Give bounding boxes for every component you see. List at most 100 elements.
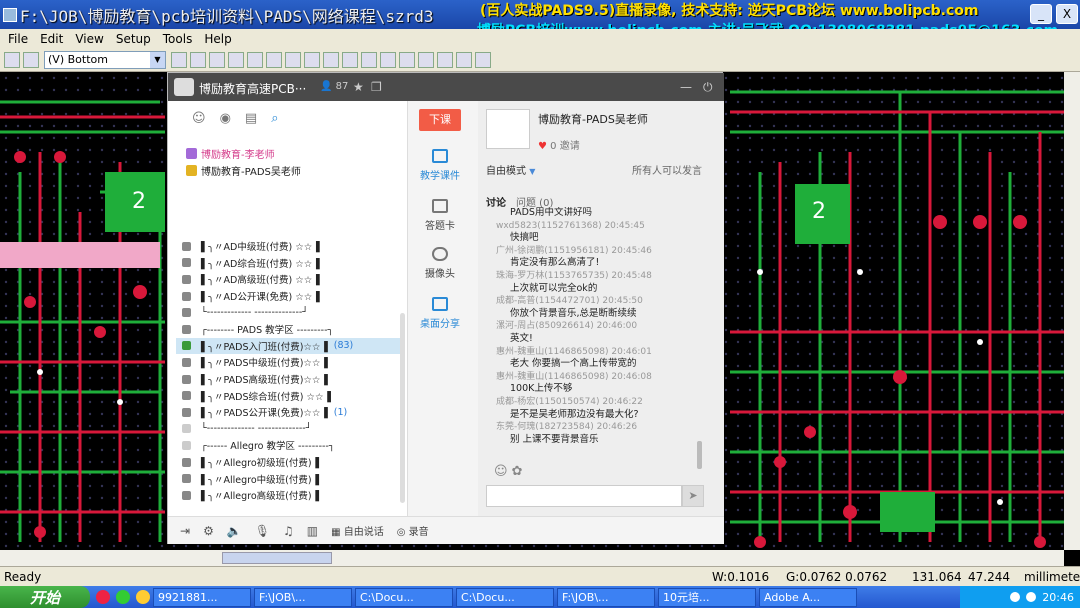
task-button[interactable]: C:\Docu... bbox=[355, 587, 453, 607]
message-scrollbar[interactable] bbox=[697, 441, 702, 469]
flip-icon[interactable] bbox=[209, 51, 225, 68]
horizontal-scrollbar[interactable] bbox=[0, 550, 1064, 566]
send-icon[interactable]: ➤ bbox=[682, 485, 704, 507]
menu-edit[interactable]: Edit bbox=[34, 32, 69, 46]
flood-icon[interactable] bbox=[418, 51, 434, 68]
message-list[interactable]: PADS用中文讲好吗 wxd5823(1152761368) 20:45:45 快… bbox=[482, 207, 708, 455]
message-text: PADS用中文讲好吗 bbox=[510, 207, 592, 218]
star-icon[interactable]: ★ bbox=[353, 80, 364, 94]
leave-class-button[interactable]: 下课 bbox=[419, 109, 461, 131]
export-icon[interactable] bbox=[456, 51, 472, 68]
channel-item[interactable]: ▌╮〃Allegro高级班(付费)▐ bbox=[176, 487, 401, 504]
channel-label: ▌╮〃AD综合班(付费) ☆☆▐ bbox=[201, 258, 320, 270]
channel-icon bbox=[182, 424, 191, 434]
search-icon[interactable]: ⌕ bbox=[271, 111, 278, 126]
member-item[interactable]: 博励教育-PADS吴老师 bbox=[186, 163, 301, 178]
invite-row[interactable]: ♥ 0 邀请 bbox=[538, 137, 580, 152]
channel-item[interactable]: ┌-------- PADS 教学区 ---------┐ bbox=[176, 321, 401, 338]
task-button[interactable]: 10元培... bbox=[658, 587, 756, 607]
courseware-tool[interactable]: 教学课件 bbox=[408, 149, 472, 182]
menu-file[interactable]: File bbox=[2, 32, 34, 46]
print-icon[interactable] bbox=[475, 51, 491, 68]
close-button[interactable]: X bbox=[1056, 4, 1078, 24]
task-button[interactable]: Adobe A... bbox=[759, 587, 857, 607]
redo-icon[interactable] bbox=[323, 51, 339, 68]
message-sender: 成都-高普(1154472701) 20:45:50 bbox=[496, 296, 643, 307]
power-icon[interactable]: ⏻ bbox=[703, 80, 713, 95]
mixer-icon[interactable]: ▥ bbox=[307, 524, 318, 538]
channel-scrollbar[interactable] bbox=[400, 313, 405, 503]
window-icon[interactable]: ❐ bbox=[371, 80, 382, 94]
channel-item[interactable]: ▌╮〃Allegro中级班(付费)▐ bbox=[176, 470, 401, 487]
channel-item[interactable]: ▌╮〃AD中级班(付费) ☆☆▐ bbox=[176, 238, 401, 255]
channel-item[interactable]: ▌╮〃AD综合班(付费) ☆☆▐ bbox=[176, 255, 401, 272]
message-sender: wxd5823(1152761368) 20:45:45 bbox=[496, 220, 645, 231]
quicklaunch-icon[interactable] bbox=[96, 590, 110, 604]
qq-icon[interactable] bbox=[136, 590, 150, 604]
task-button[interactable]: C:\Docu... bbox=[456, 587, 554, 607]
minimize-button[interactable]: _ bbox=[1030, 4, 1052, 24]
chevron-down-icon[interactable]: ▼ bbox=[150, 51, 165, 68]
save-icon[interactable] bbox=[23, 51, 39, 68]
route-icon[interactable] bbox=[171, 51, 187, 68]
channel-item[interactable]: ┌------ Allegro 教学区 ---------┐ bbox=[176, 437, 401, 454]
channel-item[interactable]: └-------------- --------------┘ bbox=[176, 421, 401, 438]
music-icon[interactable]: ♫ bbox=[283, 524, 294, 538]
teacher-name: 博励教育-PADS吴老师 bbox=[538, 113, 648, 126]
pour-icon[interactable] bbox=[399, 51, 415, 68]
network-icon[interactable] bbox=[1026, 592, 1037, 602]
channel-item[interactable]: ▌╮〃PADS综合班(付费) ☆☆▐ bbox=[176, 387, 401, 404]
emoji-icon[interactable]: ☺ ✿ bbox=[494, 464, 523, 479]
menu-tools[interactable]: Tools bbox=[157, 32, 199, 46]
open-icon[interactable] bbox=[4, 51, 20, 68]
browser-icon[interactable] bbox=[116, 590, 130, 604]
message-input[interactable] bbox=[486, 485, 682, 507]
location-icon[interactable]: ◉ bbox=[220, 111, 231, 126]
channel-item[interactable]: ▌╮〃AD高级班(付费) ☆☆▐ bbox=[176, 271, 401, 288]
menu-view[interactable]: View bbox=[69, 32, 109, 46]
channel-item[interactable]: ▌╮〃PADS中级班(付费)☆☆▐ bbox=[176, 354, 401, 371]
layer-select[interactable]: (V) Bottom ▼ bbox=[44, 50, 166, 69]
menu-setup[interactable]: Setup bbox=[110, 32, 157, 46]
answer-card-tool[interactable]: 答题卡 bbox=[408, 199, 472, 232]
grid-icon[interactable] bbox=[285, 51, 301, 68]
cam-icon[interactable] bbox=[380, 51, 396, 68]
zoom-icon[interactable] bbox=[342, 51, 358, 68]
task-button[interactable]: F:\JOB\... bbox=[254, 587, 352, 607]
speaker-icon[interactable]: 🔈 bbox=[227, 524, 242, 538]
undo-icon[interactable] bbox=[304, 51, 320, 68]
chat-window: 博励教育高速PCB··· 👤 87 ★ ❐ — ⏻ ☺ ◉ ▤ ⌕ 博励教育-李… bbox=[167, 72, 724, 544]
channel-item[interactable]: ▌╮〃AD公开课(免费) ☆☆▐ bbox=[176, 288, 401, 305]
volume-icon[interactable] bbox=[1010, 592, 1021, 602]
menu-help[interactable]: Help bbox=[198, 32, 237, 46]
speak-mode-select[interactable]: 自由模式 ▼ bbox=[486, 162, 535, 177]
task-button[interactable]: F:\JOB\... bbox=[557, 587, 655, 607]
channel-item[interactable]: └------------- --------------┘ bbox=[176, 304, 401, 321]
microphone-icon[interactable]: 🎙 bbox=[255, 524, 270, 538]
channel-item[interactable]: ▌╮〃Allegro初级班(付费)▐ bbox=[176, 454, 401, 471]
horizontal-scroll-thumb[interactable] bbox=[222, 552, 332, 564]
channel-item[interactable]: ▌╮〃PADS高级班(付费)☆☆▐ bbox=[176, 371, 401, 388]
chat-header: 博励教育高速PCB··· 👤 87 ★ ❐ — ⏻ bbox=[168, 73, 724, 101]
screen-share-tool[interactable]: 桌面分享 bbox=[408, 297, 472, 330]
verify-icon[interactable] bbox=[361, 51, 377, 68]
settings-icon[interactable]: ⚙ bbox=[203, 524, 214, 538]
task-button[interactable]: 9921881... bbox=[153, 587, 251, 607]
member-item[interactable]: 博励教育-李老师 bbox=[186, 146, 275, 161]
rotate-icon[interactable] bbox=[228, 51, 244, 68]
camera-tool[interactable]: 摄像头 bbox=[408, 247, 472, 280]
notes-icon[interactable]: ▤ bbox=[245, 111, 257, 126]
measure-icon[interactable] bbox=[247, 51, 263, 68]
record-button[interactable]: ◎ 录音 bbox=[397, 523, 429, 538]
people-icon[interactable]: ☺ bbox=[192, 111, 206, 126]
channel-item[interactable]: ▌╮〃PADS公开课(免费)☆☆▐ (1) bbox=[176, 404, 401, 421]
drc-icon[interactable] bbox=[190, 51, 206, 68]
report-icon[interactable] bbox=[437, 51, 453, 68]
free-speak-button[interactable]: ▦ 自由说话 bbox=[331, 523, 384, 538]
start-button[interactable]: 开始 bbox=[0, 586, 90, 608]
vertical-scrollbar[interactable] bbox=[1064, 72, 1080, 550]
minimize-chat-icon[interactable]: — bbox=[680, 80, 692, 94]
layer-icon[interactable] bbox=[266, 51, 282, 68]
exit-icon[interactable]: ⇥ bbox=[180, 524, 190, 538]
channel-item-selected[interactable]: ▌╮〃PADS入门班(付费)☆☆▐ (83) bbox=[176, 337, 401, 355]
